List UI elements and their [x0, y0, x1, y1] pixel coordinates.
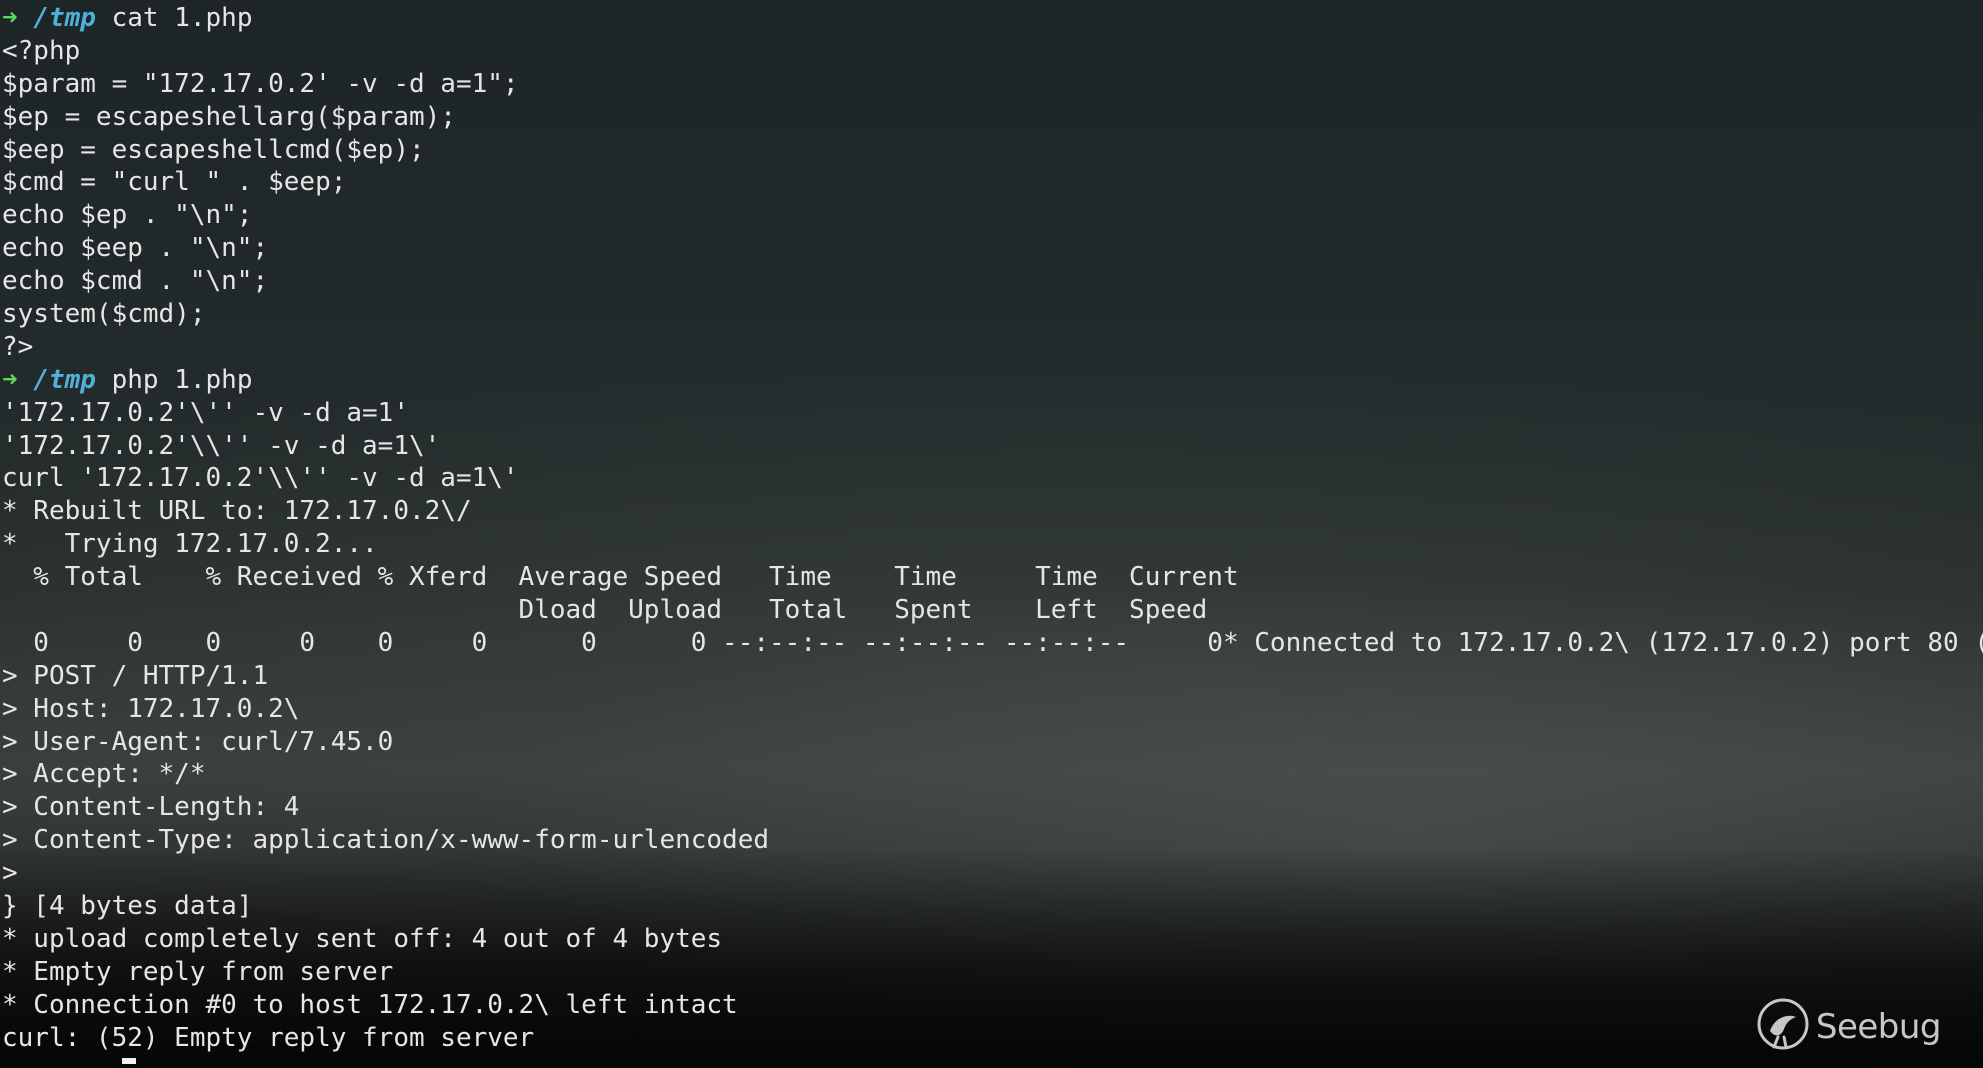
output-line: <?php: [2, 35, 81, 66]
output-line: $ep = escapeshellarg($param);: [2, 101, 456, 132]
output-line: $cmd = "curl " . $eep;: [2, 167, 347, 198]
output-line: $eep = escapeshellcmd($ep);: [2, 134, 425, 165]
seebug-logo-icon: [1756, 997, 1810, 1056]
prompt-command: php 1.php: [111, 364, 253, 395]
output-line: > Host: 172.17.0.2\: [2, 693, 300, 724]
output-line: > Content-Length: 4: [2, 792, 300, 823]
terminal-output: ➜ /tmp cat 1.php <?php $param = "172.17.0.…: [2, 2, 1983, 1055]
terminal-cursor: [122, 1058, 136, 1064]
prompt-command: cat 1.php: [111, 3, 253, 33]
output-line: * Connection #0 to host 172.17.0.2\ left…: [2, 989, 738, 1020]
output-line: $param = "172.17.0.2' -v -d a=1";: [2, 68, 519, 99]
output-line: '172.17.0.2'\\'' -v -d a=1\': [2, 430, 441, 461]
output-line: > User-Agent: curl/7.45.0: [2, 726, 394, 757]
output-line: 0 0 0 0 0 0 0 0 --:--:-- --:--:-- --:--:…: [2, 627, 1983, 658]
output-line: curl: (52) Empty reply from server: [2, 1022, 535, 1053]
output-line: system($cmd);: [2, 299, 206, 330]
output-line: * upload completely sent off: 4 out of 4…: [2, 923, 723, 954]
output-line: > Accept: */*: [2, 759, 206, 790]
prompt-line: ➜ /tmp php 1.php: [2, 364, 1983, 397]
output-line: echo $ep . "\n";: [2, 200, 253, 231]
output-line: >: [2, 858, 18, 889]
output-line: echo $eep . "\n";: [2, 233, 269, 264]
watermark: Seebug: [1756, 997, 1942, 1056]
output-line: * Trying 172.17.0.2...: [2, 529, 378, 560]
output-line: ?>: [2, 331, 34, 362]
terminal-window[interactable]: ➜ /tmp cat 1.php <?php $param = "172.17.0.…: [0, 0, 1983, 1068]
output-line: * Rebuilt URL to: 172.17.0.2\/: [2, 496, 472, 527]
output-line: '172.17.0.2'\'' -v -d a=1': [2, 397, 409, 428]
output-line: * Empty reply from server: [2, 956, 394, 987]
prompt-arrow-icon: ➜: [2, 364, 18, 395]
prompt-cwd: /tmp: [33, 364, 96, 395]
prompt-line: ➜ /tmp cat 1.php: [2, 2, 1983, 35]
output-line: curl '172.17.0.2'\\'' -v -d a=1\': [2, 463, 519, 494]
prompt-cwd: /tmp: [33, 3, 96, 33]
watermark-text: Seebug: [1815, 1006, 1942, 1047]
output-line: } [4 bytes data]: [2, 891, 253, 922]
output-line: Dload Upload Total Spent Left Speed: [2, 595, 1208, 626]
prompt-arrow-icon: ➜: [2, 3, 18, 33]
output-line: % Total % Received % Xferd Average Speed…: [2, 562, 1239, 593]
output-line: echo $cmd . "\n";: [2, 266, 269, 297]
output-line: > POST / HTTP/1.1: [2, 660, 269, 691]
output-line: > Content-Type: application/x-www-form-u…: [2, 825, 770, 856]
